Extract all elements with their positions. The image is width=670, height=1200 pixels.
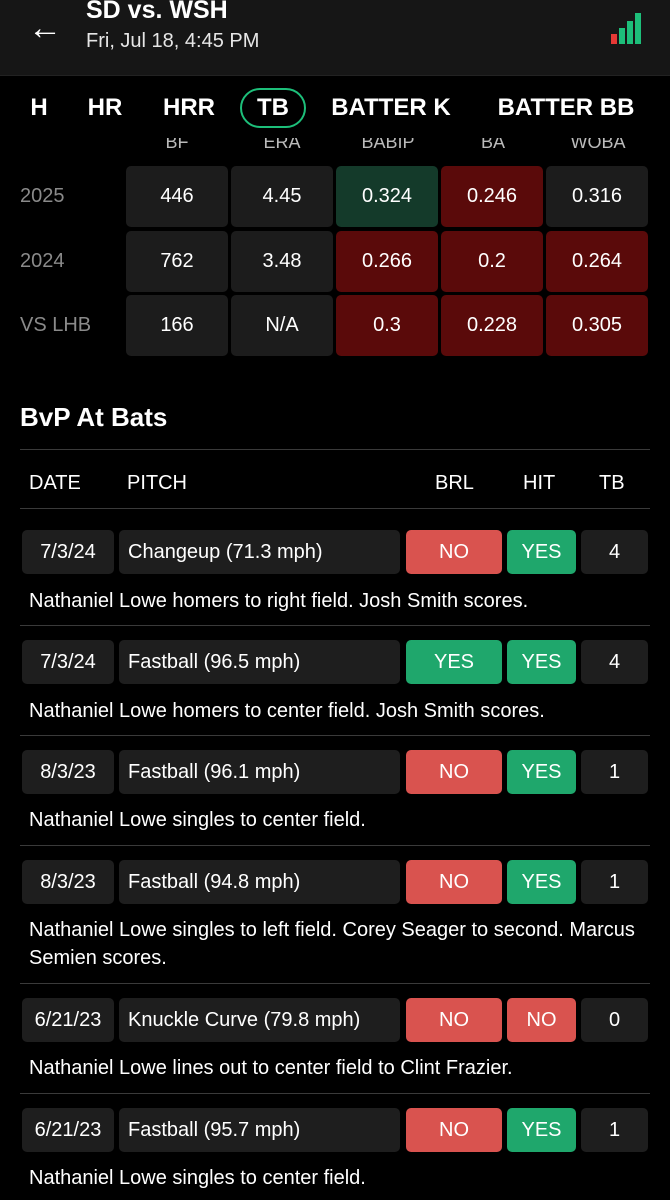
at-bat-barrel: NO xyxy=(406,750,502,794)
at-bat-pitch: Fastball (95.7 mph) xyxy=(119,1108,400,1152)
col-header-bf: BF xyxy=(165,138,189,152)
stat-cell: 0.324 xyxy=(336,166,438,227)
at-bat-total-bases: 4 xyxy=(581,640,648,684)
top-bar: ← SD vs. WSH Fri, Jul 18, 4:45 PM xyxy=(0,0,670,75)
tab-h[interactable]: H xyxy=(28,88,50,128)
at-bat-barrel: YES xyxy=(406,640,502,684)
at-bat-pitch: Fastball (94.8 mph) xyxy=(119,860,400,904)
signal-bar-1 xyxy=(611,34,617,44)
at-bat-total-bases: 1 xyxy=(581,860,648,904)
at-bat-hit: YES xyxy=(507,750,576,794)
at-bat-description: Nathaniel Lowe singles to center field. xyxy=(29,1167,366,1189)
header-tb: TB xyxy=(599,472,625,494)
at-bat-hit: YES xyxy=(507,860,576,904)
at-bat-description: Nathaniel Lowe homers to right field. Jo… xyxy=(29,590,529,612)
at-bat-date: 6/21/23 xyxy=(22,998,114,1042)
col-header-woba: WOBA xyxy=(570,138,626,152)
at-bat-hit: YES xyxy=(507,1108,576,1152)
at-bat-hit: YES xyxy=(507,640,576,684)
at-bat-barrel: NO xyxy=(406,998,502,1042)
tab-batter-bb[interactable]: BATTER BB xyxy=(488,88,644,128)
tab-tb[interactable]: TB xyxy=(240,88,306,128)
at-bat-pitch: Knuckle Curve (79.8 mph) xyxy=(119,998,400,1042)
stat-cell: 0.316 xyxy=(546,166,648,227)
stats-row-label: 2025 xyxy=(20,185,65,207)
back-arrow-icon[interactable]: ← xyxy=(28,10,64,46)
signal-bars-icon xyxy=(611,13,641,44)
stat-cell: 0.228 xyxy=(441,295,543,356)
at-bat-date: 8/3/23 xyxy=(22,860,114,904)
at-bat-hit: YES xyxy=(507,530,576,574)
divider xyxy=(20,625,650,626)
divider xyxy=(20,845,650,846)
stat-cell: 0.266 xyxy=(336,231,438,292)
stat-cell: 0.264 xyxy=(546,231,648,292)
at-bat-description: Nathaniel Lowe singles to center field. xyxy=(29,809,366,831)
at-bat-date: 7/3/24 xyxy=(22,640,114,684)
at-bat-pitch: Fastball (96.1 mph) xyxy=(119,750,400,794)
prop-tabs: H HR HRR TB BATTER K BATTER BB xyxy=(0,75,670,139)
divider xyxy=(20,735,650,736)
game-title: SD vs. WSH xyxy=(86,0,228,24)
section-title: BvP At Bats xyxy=(20,402,168,432)
at-bat-total-bases: 1 xyxy=(581,750,648,794)
divider xyxy=(20,983,650,984)
divider xyxy=(20,1093,650,1094)
at-bat-pitch: Fastball (96.5 mph) xyxy=(119,640,400,684)
stats-row-label: 2024 xyxy=(20,250,65,272)
at-bat-total-bases: 4 xyxy=(581,530,648,574)
at-bat-barrel: NO xyxy=(406,860,502,904)
col-header-era: ERA xyxy=(263,138,301,152)
at-bat-date: 7/3/24 xyxy=(22,530,114,574)
stat-cell: 0.3 xyxy=(336,295,438,356)
at-bat-description: Nathaniel Lowe singles to left field. Co… xyxy=(29,919,635,969)
stat-cell: 762 xyxy=(126,231,228,292)
col-header-babip: BABIP xyxy=(361,138,415,152)
signal-bar-2 xyxy=(619,28,625,44)
stats-column-headers: BF ERA BABIP BA WOBA xyxy=(0,138,670,156)
stat-cell: 4.45 xyxy=(231,166,333,227)
stat-cell: 166 xyxy=(126,295,228,356)
tab-hr[interactable]: HR xyxy=(84,88,126,128)
stat-cell: 3.48 xyxy=(231,231,333,292)
col-header-ba: BA xyxy=(480,138,505,152)
stats-row-label: VS LHB xyxy=(20,314,92,336)
stat-cell: 446 xyxy=(126,166,228,227)
header-brl: BRL xyxy=(435,472,474,494)
at-bat-barrel: NO xyxy=(406,530,502,574)
tab-batter-k[interactable]: BATTER K xyxy=(326,88,456,128)
stat-cell: 0.246 xyxy=(441,166,543,227)
header-pitch: PITCH xyxy=(127,472,187,494)
signal-bar-4 xyxy=(635,13,641,44)
at-bat-total-bases: 1 xyxy=(581,1108,648,1152)
at-bat-pitch: Changeup (71.3 mph) xyxy=(119,530,400,574)
at-bat-description: Nathaniel Lowe homers to center field. J… xyxy=(29,700,545,722)
stat-cell: 0.2 xyxy=(441,231,543,292)
at-bat-hit: NO xyxy=(507,998,576,1042)
stat-cell: N/A xyxy=(231,295,333,356)
game-datetime: Fri, Jul 18, 4:45 PM xyxy=(86,30,260,52)
at-bat-date: 8/3/23 xyxy=(22,750,114,794)
at-bat-total-bases: 0 xyxy=(581,998,648,1042)
header-date: DATE xyxy=(29,472,81,494)
stat-cell: 0.305 xyxy=(546,295,648,356)
at-bat-description: Nathaniel Lowe lines out to center field… xyxy=(29,1057,513,1079)
at-bat-date: 6/21/23 xyxy=(22,1108,114,1152)
divider xyxy=(20,449,650,450)
header-hit: HIT xyxy=(523,472,556,494)
divider xyxy=(20,508,650,509)
signal-bar-3 xyxy=(627,21,633,44)
tab-hrr[interactable]: HRR xyxy=(160,88,218,128)
at-bat-barrel: NO xyxy=(406,1108,502,1152)
